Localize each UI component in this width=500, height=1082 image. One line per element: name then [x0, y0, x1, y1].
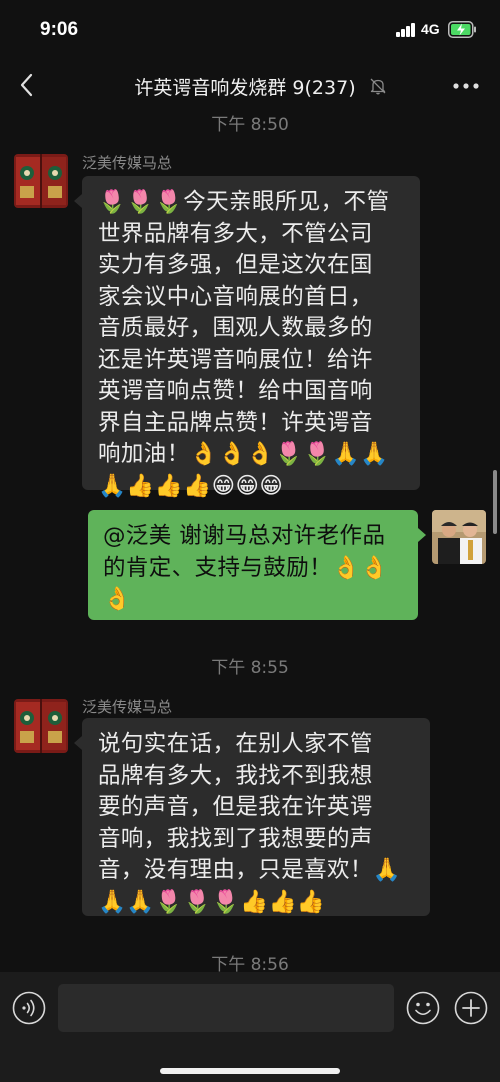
message-line: 👌	[103, 586, 132, 612]
status-bar: 9:06 4G	[0, 0, 500, 58]
message-line: 的肯定、支持与鼓励！👌👌	[103, 554, 389, 581]
message-bubble[interactable]: @泛美 谢谢马总对许老作品 的肯定、支持与鼓励！👌👌 👌	[88, 510, 426, 620]
input-bar	[0, 972, 500, 1082]
battery-icon	[448, 21, 476, 38]
message-bubble[interactable]: 🌷🌷🌷今天亲眼所见，不管 世界品牌有多大，不管公司 实力有多强，但是这次在国 家…	[74, 176, 420, 499]
mute-icon	[370, 78, 386, 95]
message-line: 英谔音响点赞！给中国音响	[98, 378, 373, 404]
plus-icon[interactable]	[454, 991, 488, 1025]
message-line: 世界品牌有多大，不管公司	[98, 220, 373, 247]
message-bubble[interactable]: 说句实在话，在别人家不管 品牌有多大，我找不到我想 要的声音，但是我在许英谔 音…	[74, 718, 430, 916]
chat-title: 许英谔音响发烧群 9(237)	[134, 77, 356, 99]
timestamp: 下午 8:55	[211, 658, 289, 678]
message-input[interactable]	[58, 984, 394, 1032]
message-line: 🙏👍👍👍😁😁😁	[98, 472, 284, 499]
signal-icon	[396, 23, 416, 37]
sender-name: 泛美传媒马总	[82, 154, 173, 172]
emoji-icon[interactable]	[406, 991, 440, 1025]
message-line: 响加油！👌👌👌🌷🌷🙏🙏	[98, 441, 389, 467]
message-line: 要的声音，但是我在许英谔	[98, 794, 373, 820]
status-time: 9:06	[40, 19, 79, 40]
home-indicator[interactable]	[160, 1068, 340, 1074]
message-line: 音质最好，围观人数最多的	[98, 315, 373, 341]
message-line: 界自主品牌点赞！许英谔音	[98, 409, 373, 436]
back-icon[interactable]	[16, 71, 40, 99]
more-icon[interactable]	[452, 82, 480, 90]
message-line: 🌷🌷🌷今天亲眼所见，不管	[98, 189, 390, 215]
avatar[interactable]	[432, 510, 486, 564]
message-line: 还是许英谔音响展位！给许	[98, 346, 373, 373]
timestamp: 下午 8:56	[211, 955, 289, 972]
network-label: 4G	[421, 21, 440, 37]
avatar[interactable]	[14, 699, 68, 753]
message-line: 音响，我找到了我想要的声	[98, 825, 373, 852]
message-line: @泛美 谢谢马总对许老作品	[103, 523, 386, 549]
avatar[interactable]	[14, 154, 68, 208]
message-line: 🙏🙏🌷🌷🌷👍👍👍	[98, 888, 326, 915]
message-line: 实力有多强，但是这次在国	[98, 252, 373, 278]
message-line: 音，没有理由，只是喜欢！🙏	[98, 857, 402, 883]
nav-bar: 许英谔音响发烧群 9(237)	[0, 58, 500, 112]
message-line: 家会议中心音响展的首日，	[98, 283, 373, 310]
voice-icon[interactable]	[12, 991, 46, 1025]
scrollbar[interactable]	[493, 470, 497, 534]
sender-name: 泛美传媒马总	[82, 698, 173, 716]
chat-area[interactable]: 下午 8:50 泛美传媒马总 🌷🌷🌷今天亲眼所见，不管 世界品牌有多大，不管公司…	[0, 112, 500, 972]
timestamp: 下午 8:50	[211, 115, 289, 135]
message-line: 品牌有多大，我找不到我想	[98, 762, 373, 789]
message-line: 说句实在话，在别人家不管	[98, 731, 373, 757]
